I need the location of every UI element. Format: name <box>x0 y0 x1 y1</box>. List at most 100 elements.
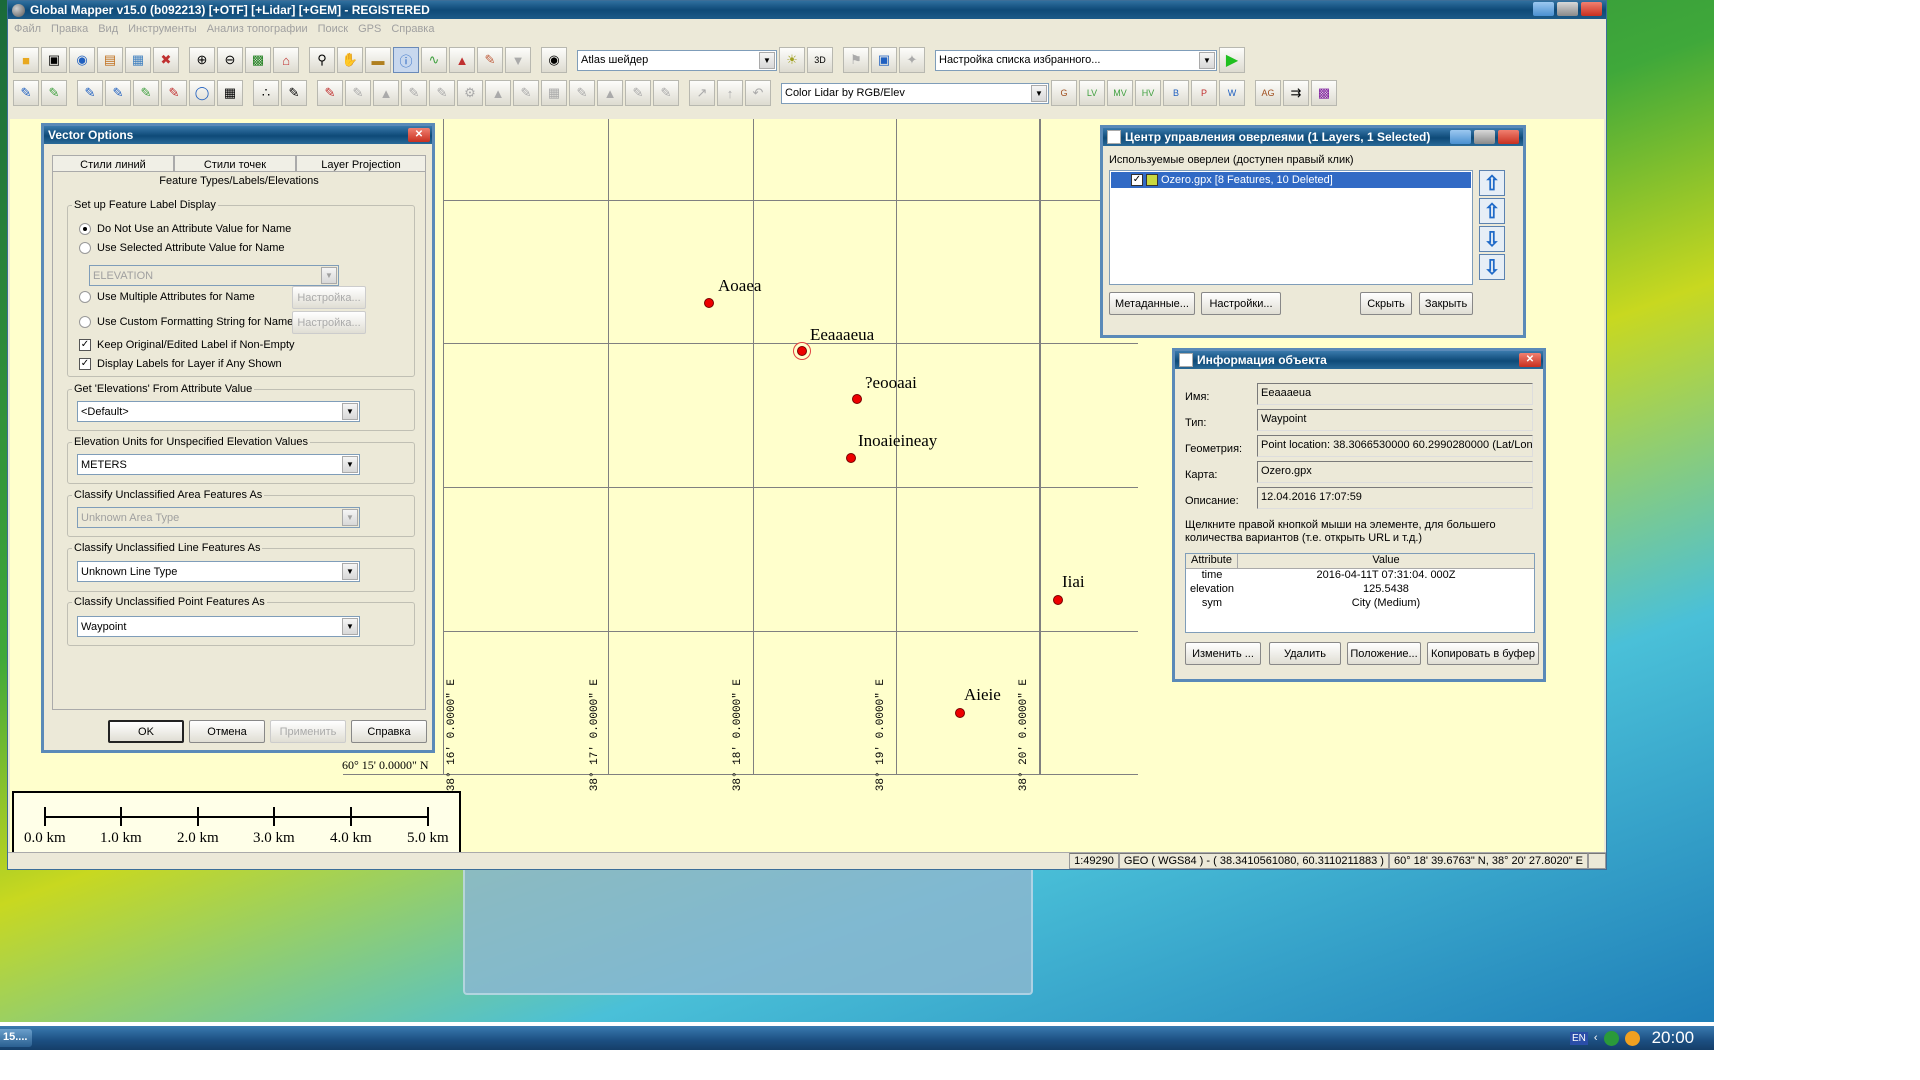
measure-icon[interactable]: ▬ <box>365 47 391 73</box>
elevation-units-combo[interactable]: METERS ▼ <box>77 454 360 475</box>
tool-disabled-icon[interactable]: ✎ <box>429 80 455 106</box>
binoculars-icon[interactable]: ◉ <box>541 47 567 73</box>
checkbox-display-labels[interactable]: ✓ Display Labels for Layer if Any Shown <box>79 358 282 370</box>
radio-custom-format[interactable]: Use Custom Formatting String for Name <box>79 316 293 328</box>
lidar-ground-icon[interactable]: G <box>1051 80 1077 106</box>
apply-button[interactable]: Применить <box>270 720 346 743</box>
tab-feature-types[interactable]: Feature Types/Labels/Elevations <box>52 171 426 189</box>
create-points-icon[interactable]: ∴ <box>253 80 279 106</box>
create-step-icon[interactable]: ✎ <box>77 80 103 106</box>
lidar-color-combo[interactable]: Color Lidar by RGB/Elev ▼ <box>781 82 1049 104</box>
create-line-icon[interactable]: ✎ <box>41 80 67 106</box>
full-view-icon[interactable]: ▩ <box>245 47 271 73</box>
geometry-field[interactable]: Point location: 38.3066530000 60.2990280… <box>1257 435 1533 457</box>
utorrent-icon[interactable] <box>1603 1030 1619 1046</box>
close-icon[interactable]: ✕ <box>408 128 430 142</box>
menu-file[interactable]: Файл <box>14 23 41 35</box>
waypoint-marker-selected[interactable] <box>797 346 807 356</box>
delete-button[interactable]: Удалить <box>1269 642 1341 665</box>
pan-icon[interactable]: ✋ <box>337 47 363 73</box>
tool-disabled-icon[interactable]: ⚙ <box>457 80 483 106</box>
create-code-icon[interactable]: ✎ <box>161 80 187 106</box>
attribute-table[interactable]: Attribute Value time 2016-04-11T 07:31:04… <box>1185 553 1535 633</box>
run-icon[interactable]: ▶ <box>1219 47 1245 73</box>
lidar-med-veg-icon[interactable]: MV <box>1107 80 1133 106</box>
zoom-in-icon[interactable]: ⊕ <box>189 47 215 73</box>
waypoint-marker[interactable] <box>852 394 862 404</box>
move-bottom-button[interactable]: ⇩ <box>1479 254 1505 280</box>
minimize-button[interactable] <box>1450 130 1471 144</box>
config-icon[interactable]: ✖ <box>153 47 179 73</box>
menu-search[interactable]: Поиск <box>318 23 348 35</box>
lidar-auto-ground-icon[interactable]: AG <box>1255 80 1281 106</box>
shader-icon[interactable]: ☀ <box>779 47 805 73</box>
setup-multiple-button[interactable]: Настройка... <box>292 286 366 309</box>
setup-custom-button[interactable]: Настройка... <box>292 311 366 334</box>
globe-icon[interactable]: ◉ <box>69 47 95 73</box>
lidar-high-veg-icon[interactable]: HV <box>1135 80 1161 106</box>
ok-button[interactable]: OK <box>108 720 184 743</box>
column-header[interactable]: Value <box>1238 554 1534 568</box>
name-field[interactable]: Eeaaaeua <box>1257 383 1533 405</box>
menu-analysis[interactable]: Анализ топографии <box>207 23 308 35</box>
area-classify-combo[interactable]: Unknown Area Type ▼ <box>77 507 360 528</box>
create-parallel-icon[interactable]: ✎ <box>133 80 159 106</box>
move-up-button[interactable]: ⇧ <box>1479 198 1505 224</box>
radio-no-attribute[interactable]: Do Not Use an Attribute Value for Name <box>79 223 291 235</box>
taskbar-task-button[interactable]: 15.... <box>0 1029 32 1047</box>
tool-disabled-icon[interactable]: ✎ <box>401 80 427 106</box>
tool-disabled-icon[interactable]: ▲ <box>485 80 511 106</box>
path-profile-icon[interactable]: ∿ <box>421 47 447 73</box>
point-classify-combo[interactable]: Waypoint ▼ <box>77 616 360 637</box>
copy-to-clipboard-button[interactable]: Копировать в буфер <box>1427 642 1539 665</box>
minimize-button[interactable] <box>1533 2 1554 16</box>
tool-disabled-icon[interactable]: ✎ <box>345 80 371 106</box>
menu-edit[interactable]: Правка <box>51 23 88 35</box>
lidar-powerline-icon[interactable]: P <box>1191 80 1217 106</box>
layer-visible-checkbox[interactable]: ✓ <box>1131 174 1143 186</box>
metadata-button[interactable]: Метаданные... <box>1109 292 1195 315</box>
hide-button[interactable]: Скрыть <box>1360 292 1412 315</box>
dropdown-icon[interactable]: ▼ <box>505 47 531 73</box>
checkbox-keep-label[interactable]: ✓ Keep Original/Edited Label if Non-Empty <box>79 339 295 351</box>
open-icon[interactable]: ■ <box>13 47 39 73</box>
table-row[interactable]: sym City (Medium) <box>1186 597 1534 611</box>
3d-view-icon[interactable]: 3D <box>807 47 833 73</box>
shader-combo[interactable]: Atlas шейдер ▼ <box>577 49 777 71</box>
radio-selected-attribute[interactable]: Use Selected Attribute Value for Name <box>79 242 285 254</box>
layers-icon[interactable]: ▦ <box>125 47 151 73</box>
save-icon[interactable]: ▣ <box>41 47 67 73</box>
flag-icon[interactable]: ⚑ <box>843 47 869 73</box>
waypoint-marker[interactable] <box>1053 595 1063 605</box>
tool-disabled-icon[interactable]: ✎ <box>513 80 539 106</box>
tool-disabled-icon[interactable]: ↶ <box>745 80 771 106</box>
info-icon[interactable]: ⓘ <box>393 47 419 73</box>
home-icon[interactable]: ⌂ <box>273 47 299 73</box>
zoom-out-icon[interactable]: ⊖ <box>217 47 243 73</box>
overlay-list[interactable]: ✓ Ozero.gpx [8 Features, 10 Deleted] <box>1109 170 1473 285</box>
move-top-button[interactable]: ⇧ <box>1479 170 1505 196</box>
data-icon[interactable]: ▤ <box>97 47 123 73</box>
edit-button[interactable]: Изменить ... <box>1185 642 1261 665</box>
waypoint-marker[interactable] <box>704 298 714 308</box>
tool-disabled-icon[interactable]: ↗ <box>689 80 715 106</box>
tool-disabled-icon[interactable]: ✎ <box>569 80 595 106</box>
waypoint-marker[interactable] <box>846 453 856 463</box>
tool-disabled-icon[interactable]: ▲ <box>597 80 623 106</box>
maximize-button[interactable] <box>1557 2 1578 16</box>
help-button[interactable]: Справка <box>351 720 427 743</box>
cancel-button[interactable]: Отмена <box>189 720 265 743</box>
attribute-combo[interactable]: ELEVATION ▼ <box>89 265 339 286</box>
description-field[interactable]: 12.04.2016 17:07:59 <box>1257 487 1533 509</box>
overlay-list-item[interactable]: ✓ Ozero.gpx [8 Features, 10 Deleted] <box>1111 172 1471 188</box>
zoom-tool-icon[interactable]: ⚲ <box>309 47 335 73</box>
tool-disabled-icon[interactable]: ▦ <box>541 80 567 106</box>
table-row[interactable]: elevation 125.5438 <box>1186 583 1534 597</box>
move-down-button[interactable]: ⇩ <box>1479 226 1505 252</box>
favorites-combo[interactable]: Настройка списка избранного... ▼ <box>935 49 1217 71</box>
sparkle-icon[interactable]: ✦ <box>899 47 925 73</box>
gps-icon[interactable]: ▣ <box>871 47 897 73</box>
maximize-button[interactable] <box>1474 130 1495 144</box>
tool-disabled-icon[interactable]: ✎ <box>625 80 651 106</box>
viewshed-icon[interactable]: ▲ <box>449 47 475 73</box>
